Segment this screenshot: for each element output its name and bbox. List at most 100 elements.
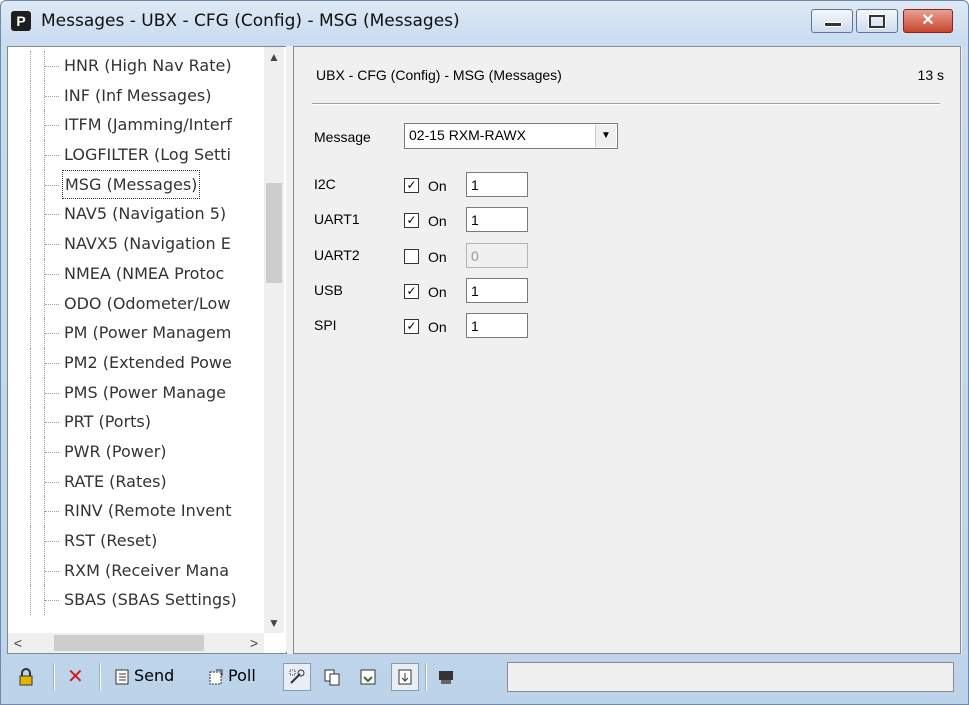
port-name: USB [314, 282, 343, 298]
scroll-left-icon[interactable]: < [8, 633, 28, 653]
tree-item[interactable]: NAV5 (Navigation 5) [8, 199, 264, 230]
client-area: HNR (High Nav Rate) INF (Inf Messages) ITF… [7, 46, 962, 654]
download-button[interactable] [391, 663, 419, 691]
tree-connector [30, 496, 32, 526]
tree-connector [45, 481, 59, 483]
tree-item-label: ODO (Odometer/Low [64, 293, 231, 313]
send-label: Send [134, 666, 175, 685]
tree-horizontal-scrollbar[interactable]: < > [8, 633, 264, 653]
port-rate-input[interactable]: 1 [466, 172, 528, 197]
bottom-toolbar: ✕ Send Poll [7, 657, 962, 697]
tree-connector [45, 244, 59, 246]
tree-connector [30, 318, 32, 348]
tree-connector [45, 362, 59, 364]
tree-item-label: LOGFILTER (Log Setti [64, 145, 231, 165]
status-field [507, 662, 954, 692]
port-enable-checkbox[interactable]: ✓ [404, 284, 419, 299]
port-rate-input[interactable]: 0 [466, 243, 528, 268]
tree-item[interactable]: HNR (High Nav Rate) [8, 51, 264, 81]
tree-item-label: PMS (Power Manage [64, 382, 226, 402]
lock-icon [19, 667, 33, 685]
tree-item[interactable]: NAVX5 (Navigation E [8, 229, 264, 259]
vertical-scroll-thumb[interactable] [266, 183, 282, 283]
import-icon [360, 669, 376, 684]
close-icon: ✕ [921, 12, 935, 29]
scroll-right-icon[interactable]: > [244, 633, 264, 653]
lock-button[interactable] [17, 663, 38, 689]
terminal-button[interactable] [437, 663, 458, 689]
tree-connector [30, 407, 32, 437]
tree-connector [45, 570, 59, 572]
title-bar[interactable]: P Messages - UBX - CFG (Config) - MSG (M… [1, 1, 968, 41]
scroll-up-icon[interactable]: ▲ [264, 47, 284, 67]
message-select-value: 02-15 RXM-RAWX [409, 127, 526, 143]
tree-connector [45, 541, 59, 542]
panel-splitter[interactable] [286, 46, 291, 652]
scroll-down-icon[interactable]: ▼ [264, 613, 284, 633]
tree-item[interactable]: RST (Reset) [8, 526, 264, 556]
tree-item[interactable]: PRT (Ports) [8, 407, 264, 437]
port-name: UART1 [314, 211, 360, 227]
message-config-panel: UBX - CFG (Config) - MSG (Messages) 13 s… [293, 46, 961, 654]
port-on-label: On [428, 284, 447, 300]
tree-item[interactable]: MSG (Messages) [8, 169, 264, 200]
poll-button[interactable]: Poll [207, 663, 256, 689]
message-select[interactable]: 02-15 RXM-RAWX ▼ [404, 123, 618, 149]
tree-item[interactable]: INF (Inf Messages) [8, 80, 264, 111]
minimize-icon [824, 22, 842, 27]
tree-connector [45, 155, 59, 157]
maximize-icon [869, 15, 885, 28]
tree-item[interactable]: RINV (Remote Invent [8, 496, 264, 526]
check-icon: ✓ [406, 213, 417, 227]
message-label: Message [314, 129, 371, 145]
horizontal-scroll-thumb[interactable] [54, 635, 204, 651]
minimize-button[interactable] [811, 9, 853, 33]
port-name: SPI [314, 317, 337, 333]
tree-item[interactable]: PM (Power Managem [8, 318, 264, 348]
tree-item[interactable]: PMS (Power Manage [8, 377, 264, 408]
toolbar-separator [53, 663, 55, 691]
tree-item[interactable]: RXM (Receiver Mana [8, 555, 264, 586]
tree-item-label: SBAS (SBAS Settings) [64, 590, 237, 610]
tree-item[interactable]: SBAS (SBAS Settings) [8, 585, 264, 616]
import-button[interactable] [359, 663, 380, 689]
tree-connector [45, 451, 59, 453]
check-icon: ✓ [406, 178, 417, 192]
tree-item-label: NAV5 (Navigation 5) [64, 204, 227, 224]
port-enable-checkbox[interactable]: ✓ [404, 319, 419, 334]
tree-connector [30, 169, 32, 200]
tree-item[interactable]: PWR (Power) [8, 436, 264, 467]
tree-item-label: RINV (Remote Invent [64, 501, 232, 521]
tree-item[interactable]: NMEA (NMEA Protoc [8, 258, 264, 289]
tree-item-label: NMEA (NMEA Protoc [64, 263, 225, 283]
tree-vertical-scrollbar[interactable]: ▲ ▼ [264, 47, 284, 633]
tree-item[interactable]: ITFM (Jamming/Interf [8, 110, 264, 141]
tree-item[interactable]: LOGFILTER (Log Setti [8, 140, 264, 170]
port-rate-input[interactable]: 1 [466, 207, 528, 232]
tree-item[interactable]: ODO (Odometer/Low [8, 288, 264, 319]
tree-connector [30, 140, 32, 170]
port-on-label: On [428, 249, 447, 265]
port-name: I2C [314, 176, 336, 192]
copy-button[interactable] [323, 663, 344, 689]
tree-connector [30, 258, 32, 289]
window-frame: P Messages - UBX - CFG (Config) - MSG (M… [0, 0, 969, 705]
port-rate-input[interactable]: 1 [466, 278, 528, 303]
copy-icon [324, 669, 340, 685]
poll-label: Poll [228, 666, 256, 685]
maximize-button[interactable] [856, 9, 898, 33]
port-enable-checkbox[interactable] [404, 249, 419, 264]
port-rate-input[interactable]: 1 [466, 313, 528, 338]
send-button[interactable]: Send [113, 663, 174, 689]
tree-item-label: PRT (Ports) [64, 412, 151, 432]
delete-button[interactable]: ✕ [67, 663, 84, 689]
tree-connector [30, 229, 32, 259]
port-enable-checkbox[interactable]: ✓ [404, 213, 419, 228]
tree-item[interactable]: RATE (Rates) [8, 466, 264, 497]
tools-button[interactable] [283, 663, 311, 691]
close-button[interactable]: ✕ [903, 9, 953, 33]
tree-item-label: PWR (Power) [64, 441, 167, 461]
port-enable-checkbox[interactable]: ✓ [404, 178, 419, 193]
chevron-down-icon[interactable]: ▼ [595, 125, 616, 147]
tree-item[interactable]: PM2 (Extended Powe [8, 347, 264, 378]
